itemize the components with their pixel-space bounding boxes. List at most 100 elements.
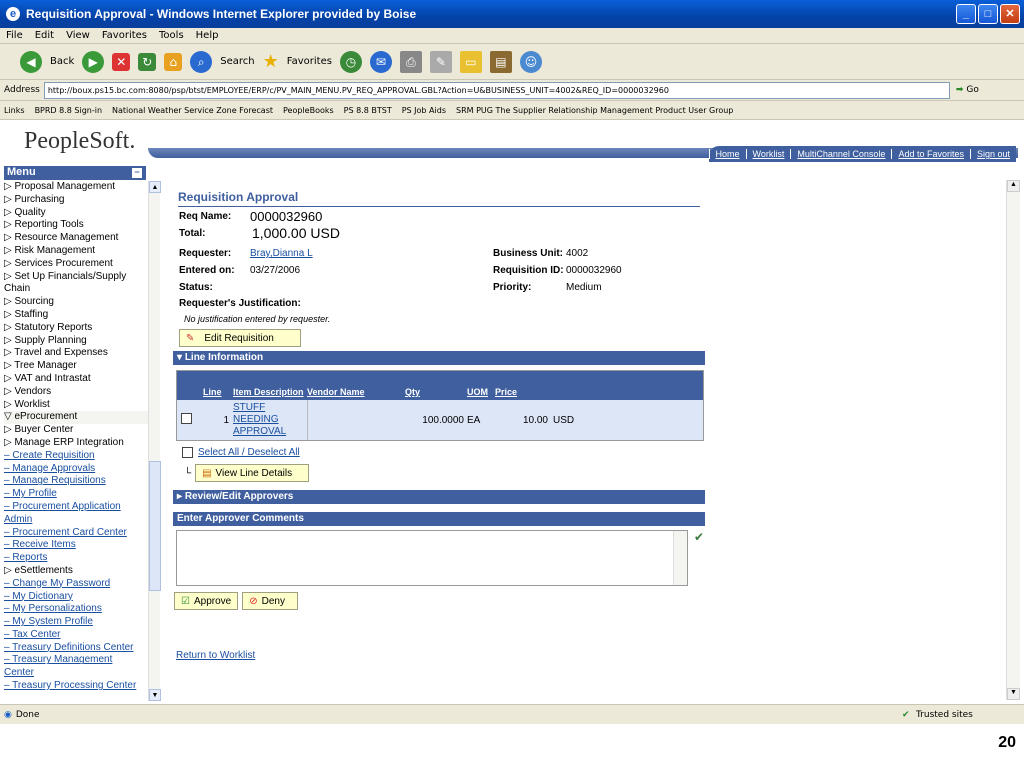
menu-item[interactable]: – Manage Requisitions (4, 475, 148, 488)
menu-item[interactable]: ▷ eSettlements (4, 565, 148, 578)
stop-icon[interactable]: ✕ (112, 52, 131, 71)
menu-file[interactable]: File (6, 30, 23, 41)
menu-item[interactable]: ▷ Resource Management (4, 232, 148, 245)
back-icon[interactable]: ◀ (20, 50, 42, 73)
favorites-label[interactable]: Favorites (287, 56, 332, 67)
page-scroll-down-icon[interactable]: ▼ (1007, 688, 1020, 700)
menu-item[interactable]: ▷ Vendors (4, 386, 148, 399)
col-vendor-name[interactable]: Vendor Name (307, 387, 405, 397)
folder-icon[interactable]: ▭ (459, 50, 482, 73)
menu-item[interactable]: ▷ Reporting Tools (4, 219, 148, 232)
menu-item[interactable]: ▷ Services Procurement (4, 258, 148, 271)
menu-favorites[interactable]: Favorites (102, 30, 147, 41)
menu-item[interactable]: Chain (4, 283, 148, 296)
menu-item[interactable]: ▷ Risk Management (4, 245, 148, 258)
favorites-icon[interactable]: ★ (263, 51, 279, 72)
back-label[interactable]: Back (50, 56, 74, 67)
item-description[interactable]: STUFF NEEDING APPROVAL (233, 402, 307, 438)
page-scroll-up-icon[interactable]: ▲ (1007, 180, 1020, 192)
menu-item[interactable]: ▷ Proposal Management (4, 181, 148, 194)
minimize-button[interactable]: _ (956, 4, 976, 24)
menu-item[interactable]: ▷ Statutory Reports (4, 322, 148, 335)
mail-icon[interactable]: ✉ (369, 50, 392, 73)
link-item[interactable]: PS 8.8 BTST (344, 106, 392, 115)
menu-item[interactable]: ▷ Supply Planning (4, 335, 148, 348)
item-desc-line3[interactable]: APPROVAL (233, 426, 307, 438)
sign-out-link[interactable]: Sign out (969, 149, 1016, 159)
menu-item[interactable]: – My Profile (4, 488, 148, 501)
menu-item[interactable]: ▽ eProcurement (4, 411, 148, 425)
scroll-down-icon[interactable]: ▼ (149, 689, 161, 701)
scroll-up-icon[interactable]: ▲ (149, 181, 161, 193)
menu-item[interactable]: ▷ VAT and Intrastat (4, 373, 148, 386)
approver-comments-textarea[interactable] (176, 530, 688, 586)
menu-item[interactable]: ▷ Manage ERP Integration (4, 437, 148, 450)
collapse-icon[interactable]: − (132, 168, 142, 178)
line-checkbox[interactable] (181, 413, 192, 424)
menu-edit[interactable]: Edit (35, 30, 54, 41)
menu-item[interactable]: – My Dictionary (4, 591, 148, 604)
menu-item[interactable]: ▷ Sourcing (4, 296, 148, 309)
edit-requisition-button[interactable]: ✎ Edit Requisition (179, 329, 301, 347)
select-all-link[interactable]: Select All / Deselect All (198, 447, 300, 458)
menu-tools[interactable]: Tools (159, 30, 184, 41)
address-input[interactable]: http://boux.ps15.bc.com:8080/psp/btst/EM… (43, 81, 950, 99)
select-all-checkbox[interactable] (182, 447, 193, 458)
menu-item[interactable]: ▷ Quality (4, 207, 148, 220)
col-uom[interactable]: UOM (467, 387, 495, 397)
forward-icon[interactable]: ▶ (82, 50, 105, 73)
menu-item[interactable]: – My System Profile (4, 616, 148, 629)
item-desc-line1[interactable]: STUFF (233, 402, 307, 414)
menu-help[interactable]: Help (196, 30, 219, 41)
menu-item[interactable]: – Change My Password (4, 578, 148, 591)
go-button[interactable]: Go (966, 85, 978, 95)
menu-item[interactable]: – Receive Items (4, 539, 148, 552)
multichannel-link[interactable]: MultiChannel Console (790, 149, 891, 159)
menu-item[interactable]: ▷ Staffing (4, 309, 148, 322)
return-worklist-link[interactable]: Return to Worklist (176, 650, 255, 661)
textarea-scrollbar[interactable] (673, 531, 687, 585)
menu-item[interactable]: – Treasury Definitions Center (4, 642, 148, 655)
menu-item[interactable]: ▷ Tree Manager (4, 360, 148, 373)
menu-item[interactable]: ▷ Purchasing (4, 194, 148, 207)
menu-item[interactable]: – Treasury Processing Center (4, 680, 148, 693)
menu-item[interactable]: – Create Requisition (4, 450, 148, 463)
go-icon[interactable]: ➡ (956, 85, 964, 95)
deny-button[interactable]: ⊘ Deny (242, 592, 298, 610)
home-icon[interactable]: ⌂ (164, 52, 183, 71)
maximize-button[interactable]: □ (978, 4, 998, 24)
menu-item[interactable]: – Tax Center (4, 629, 148, 642)
menu-item[interactable]: – Procurement Card Center (4, 527, 148, 540)
line-information-header[interactable]: ▾ Line Information (173, 351, 705, 365)
edit-icon[interactable]: ✎ (429, 50, 452, 73)
approve-button[interactable]: ☑ Approve (174, 592, 239, 610)
link-item[interactable]: PeopleBooks (283, 106, 334, 115)
add-favorites-link[interactable]: Add to Favorites (891, 149, 970, 159)
menu-item[interactable]: – My Personalizations (4, 603, 148, 616)
menu-item[interactable]: ▷ Buyer Center (4, 424, 148, 437)
search-icon[interactable]: ⌕ (190, 50, 213, 73)
close-button[interactable]: ✕ (1000, 4, 1020, 24)
menu-item[interactable]: ▷ Travel and Expenses (4, 347, 148, 360)
view-line-details-button[interactable]: ▤ View Line Details (195, 464, 310, 482)
spellcheck-icon[interactable]: ✔ (694, 530, 704, 544)
print-icon[interactable]: ⎙ (399, 50, 422, 73)
item-desc-line2[interactable]: NEEDING (233, 414, 307, 426)
link-item[interactable]: BPRD 8.8 Sign-in (35, 106, 102, 115)
menu-scrollbar[interactable]: ▲ ▼ (148, 181, 161, 701)
menu-item[interactable]: – Reports (4, 552, 148, 565)
menu-item[interactable]: – Manage Approvals (4, 463, 148, 476)
link-item[interactable]: SRM PUG The Supplier Relationship Manage… (456, 106, 733, 115)
menu-item[interactable]: Center (4, 667, 148, 680)
review-approvers-header[interactable]: ▸ Review/Edit Approvers (173, 490, 705, 504)
history-icon[interactable]: ◷ (339, 50, 362, 73)
menu-item[interactable]: ▷ Set Up Financials/Supply (4, 271, 148, 284)
requester-link[interactable]: Bray,Dianna L (250, 248, 313, 259)
col-line[interactable]: Line (203, 387, 233, 397)
menu-view[interactable]: View (66, 30, 90, 41)
link-item[interactable]: PS Job Aids (402, 106, 446, 115)
menu-item[interactable]: Admin (4, 514, 148, 527)
col-qty[interactable]: Qty (405, 387, 467, 397)
page-scrollbar[interactable]: ▲ ▼ (1006, 180, 1020, 700)
menu-item[interactable]: ▷ Worklist (4, 399, 148, 412)
